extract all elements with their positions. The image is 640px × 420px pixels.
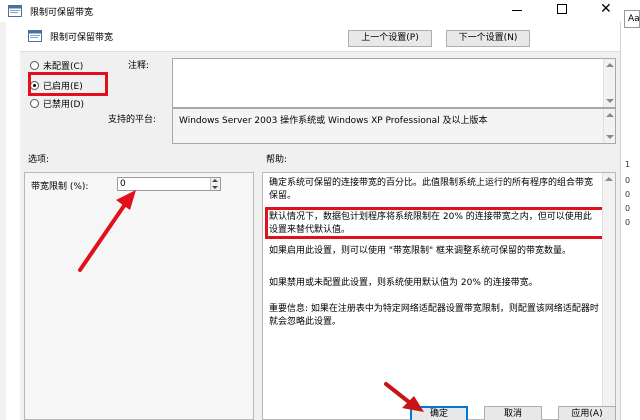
- scrollbar[interactable]: [603, 109, 615, 143]
- minimize-button[interactable]: [512, 10, 522, 11]
- bandwidth-value: 0: [120, 179, 126, 189]
- highlight-box: [265, 207, 605, 239]
- scroll-up-icon[interactable]: [606, 63, 614, 67]
- help-paragraph: 确定系统可保留的连接带宽的百分比。此值限制系统上运行的所有程序的组合带宽保留。: [269, 178, 594, 201]
- scroll-down-icon[interactable]: [606, 99, 614, 103]
- policy-dialog: 限制可保留带宽 上一个设置(P) 下一个设置(N) 未配置(C) 已启用(E) …: [20, 22, 620, 420]
- options-pane: 带宽限制 (%): 0: [24, 172, 254, 420]
- highlight-box: [28, 72, 108, 96]
- scrollbar[interactable]: [602, 173, 615, 419]
- options-label: 选项:: [28, 155, 50, 165]
- background-number: 0: [625, 190, 631, 199]
- policy-icon: [28, 30, 42, 42]
- radio-label: 已禁用(D): [43, 99, 84, 110]
- bandwidth-input[interactable]: 0: [117, 177, 221, 191]
- scroll-up-icon[interactable]: [605, 177, 613, 181]
- next-setting-button[interactable]: 下一个设置(N): [446, 30, 530, 47]
- dialog-header: 限制可保留带宽 上一个设置(P) 下一个设置(N): [20, 22, 620, 52]
- apply-button[interactable]: 应用(A): [558, 406, 616, 420]
- policy-window: 限制可保留带宽 ✕ Aa 1 0 0 0 0 限制可保留带宽 上一个设置(P) …: [0, 0, 640, 420]
- title-bar: 限制可保留带宽 ✕: [0, 0, 640, 22]
- platform-value: Windows Server 2003 操作系统或 Windows XP Pro…: [179, 116, 488, 126]
- spin-down-icon[interactable]: [212, 186, 218, 189]
- bandwidth-spinner[interactable]: [210, 178, 220, 190]
- background-number: 0: [625, 204, 631, 213]
- comment-label: 注释:: [128, 61, 150, 71]
- background-number: 0: [625, 176, 631, 185]
- policy-icon: [8, 5, 22, 17]
- spin-up-icon[interactable]: [212, 179, 218, 182]
- background-number: 0: [625, 218, 631, 227]
- cancel-button[interactable]: 取消: [484, 406, 542, 420]
- platform-box: Windows Server 2003 操作系统或 Windows XP Pro…: [172, 108, 616, 144]
- scroll-down-icon[interactable]: [606, 135, 614, 139]
- scrollbar[interactable]: [603, 59, 615, 107]
- help-paragraph: 如果启用此设置，则可以使用 "带宽限制" 框来调整系统可保留的带宽数量。: [269, 246, 572, 256]
- close-button[interactable]: ✕: [600, 1, 612, 17]
- help-pane: 确定系统可保留的连接带宽的百分比。此值限制系统上运行的所有程序的组合带宽保留。 …: [262, 172, 616, 420]
- scroll-up-icon[interactable]: [606, 113, 614, 117]
- background-number: 1: [625, 160, 631, 169]
- help-paragraph: 如果禁用或未配置此设置，则系统使用默认值为 20% 的连接带宽。: [269, 278, 538, 288]
- bandwidth-label: 带宽限制 (%):: [31, 182, 89, 192]
- background-text: Aa: [628, 14, 640, 24]
- maximize-button[interactable]: [557, 4, 567, 14]
- ok-button[interactable]: 确定: [410, 406, 468, 420]
- left-background-window: [0, 22, 6, 420]
- comment-textarea[interactable]: [172, 58, 616, 108]
- help-paragraph: 重要信息: 如果在注册表中为特定网络适配器设置带宽限制，则配置该网络适配器时就会…: [269, 304, 599, 327]
- radio-circle[interactable]: [30, 98, 39, 108]
- radio-not-configured[interactable]: 未配置(C): [30, 58, 83, 72]
- radio-circle[interactable]: [30, 60, 39, 70]
- radio-label: 未配置(C): [43, 61, 84, 72]
- radio-disabled[interactable]: 已禁用(D): [30, 96, 84, 110]
- help-label: 帮助:: [266, 155, 288, 165]
- setting-title: 限制可保留带宽: [50, 33, 114, 43]
- previous-setting-button[interactable]: 上一个设置(P): [348, 30, 432, 47]
- window-title: 限制可保留带宽: [30, 8, 94, 18]
- platform-label: 支持的平台:: [108, 115, 157, 125]
